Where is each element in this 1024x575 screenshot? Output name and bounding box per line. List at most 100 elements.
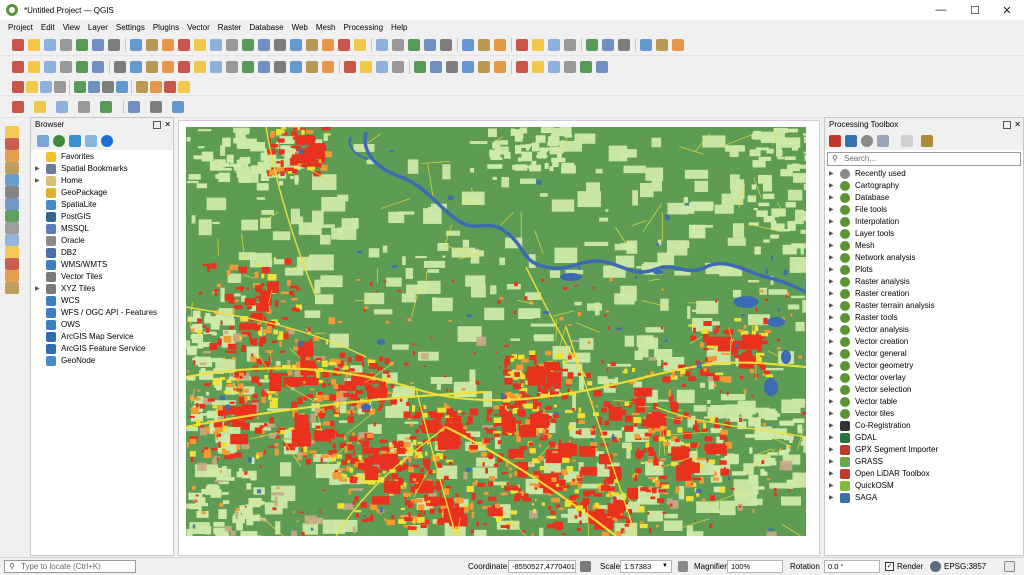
print-layout-icon[interactable] [344,61,356,73]
plugin-icon[interactable] [532,39,544,51]
collapse-all-icon[interactable] [85,135,97,147]
pan-icon[interactable] [28,39,40,51]
refresh-icon[interactable] [88,81,100,93]
open-project-icon[interactable] [306,61,318,73]
filter-icon[interactable] [69,135,81,147]
settings-icon[interactable] [564,61,576,73]
annotation-icon[interactable] [150,81,162,93]
history-icon[interactable] [861,135,873,147]
models-icon[interactable] [829,135,841,147]
options-icon[interactable] [921,135,933,147]
chevron-right-icon[interactable]: ▶ [829,324,835,336]
layer-icon[interactable] [516,39,528,51]
browser-item-db2[interactable]: DB2 [31,247,173,259]
python-icon[interactable] [548,39,560,51]
lock-scale-icon[interactable] [678,561,688,572]
chevron-right-icon[interactable]: ▶ [829,336,835,348]
identify-icon[interactable] [150,101,162,113]
chevron-right-icon[interactable]: ▶ [829,384,835,396]
plugin-icon[interactable] [178,81,190,93]
toolbox-item-gpx-segment-importer[interactable]: ▶ GPX Segment Importer [825,444,1023,456]
python-icon[interactable] [548,61,560,73]
sum-icon[interactable] [478,39,490,51]
pan-icon[interactable] [360,61,372,73]
browser-item-spatialite[interactable]: SpatiaLite [31,199,173,211]
zoom-out-icon[interactable] [60,39,72,51]
print-layout-icon[interactable] [338,39,350,51]
digitize-icon[interactable] [602,39,614,51]
mouse-coordinate-toggle-icon[interactable] [580,561,591,572]
print-layout-icon[interactable] [12,39,24,51]
sum-icon[interactable] [146,61,158,73]
zoom-out-icon[interactable] [54,81,66,93]
toolbox-item-raster-tools[interactable]: ▶ Raster tools [825,312,1023,324]
render-checkbox[interactable]: ✓ [885,562,894,571]
browser-item-home[interactable]: ▶ Home [31,175,173,187]
plugin-icon[interactable] [532,61,544,73]
toolbox-item-vector-selection[interactable]: ▶ Vector selection [825,384,1023,396]
menu-processing[interactable]: Processing [339,23,387,32]
annotation-icon[interactable] [162,61,174,73]
add-delimited-text-icon[interactable] [5,162,19,174]
zoom-full-icon[interactable] [74,81,86,93]
menu-plugins[interactable]: Plugins [149,23,183,32]
identify-icon[interactable] [102,81,114,93]
annotation-icon[interactable] [494,39,506,51]
menu-view[interactable]: View [59,23,84,32]
label-icon[interactable] [274,61,286,73]
browser-item-geopackage[interactable]: GeoPackage [31,187,173,199]
browser-item-mssql[interactable]: MSSQL [31,223,173,235]
refresh-icon[interactable] [430,61,442,73]
select-icon[interactable] [586,39,598,51]
toolbox-item-plots[interactable]: ▶ Plots [825,264,1023,276]
locator-search-input[interactable]: ⚲ Type to locate (Ctrl+K) [4,560,136,573]
layer-icon[interactable] [178,39,190,51]
chevron-right-icon[interactable]: ▶ [829,168,835,180]
add-mesh-layer-icon[interactable] [5,150,19,162]
info-icon[interactable] [101,135,113,147]
browser-item-wms-wmts[interactable]: WMS/WMTS [31,259,173,271]
chevron-right-icon[interactable]: ▶ [35,283,41,295]
toolbox-item-interpolation[interactable]: ▶ Interpolation [825,216,1023,228]
toolbox-item-vector-overlay[interactable]: ▶ Vector overlay [825,372,1023,384]
menu-database[interactable]: Database [245,23,287,32]
toolbox-item-vector-general[interactable]: ▶ Vector general [825,348,1023,360]
edit-features-in-place-icon[interactable] [901,135,913,147]
toolbox-item-saga[interactable]: ▶ SAGA [825,492,1023,504]
toolbox-item-recently-used[interactable]: ▶ Recently used [825,168,1023,180]
menu-vector[interactable]: Vector [183,23,214,32]
add-wfs-icon[interactable] [5,222,19,234]
crs-globe-icon[interactable] [930,561,941,572]
chevron-right-icon[interactable]: ▶ [35,175,41,187]
toolbox-item-network-analysis[interactable]: ▶ Network analysis [825,252,1023,264]
zoom-in-icon[interactable] [44,61,56,73]
add-postgis-icon[interactable] [5,198,19,210]
refresh-icon[interactable] [128,101,140,113]
chevron-right-icon[interactable]: ▶ [829,192,835,204]
crs-label[interactable]: EPSG:3857 [944,561,986,572]
rotation-field[interactable]: 0.0 ° [824,560,880,573]
zoom-out-icon[interactable] [392,39,404,51]
chevron-right-icon[interactable]: ▶ [829,432,835,444]
new-shapefile-icon[interactable] [5,258,19,270]
menu-settings[interactable]: Settings [112,23,149,32]
menu-raster[interactable]: Raster [214,23,246,32]
menu-help[interactable]: Help [387,23,411,32]
measure-icon[interactable] [462,39,474,51]
chevron-right-icon[interactable]: ▶ [829,276,835,288]
python-icon[interactable] [210,61,222,73]
browser-item-spatial-bookmarks[interactable]: ▶ Spatial Bookmarks [31,163,173,175]
measure-icon[interactable] [130,61,142,73]
chevron-right-icon[interactable]: ▶ [829,420,835,432]
select-icon[interactable] [580,61,592,73]
toolbox-item-gdal[interactable]: ▶ GDAL [825,432,1023,444]
chevron-right-icon[interactable]: ▶ [829,396,835,408]
vector-tile-icon[interactable] [5,282,19,294]
add-wms-icon[interactable] [5,210,19,222]
menu-edit[interactable]: Edit [37,23,59,32]
chevron-right-icon[interactable]: ▶ [35,163,41,175]
results-viewer-icon[interactable] [877,135,889,147]
coordinate-field[interactable]: -8550527,4770401 [508,560,576,573]
chevron-right-icon[interactable]: ▶ [829,360,835,372]
chevron-right-icon[interactable]: ▶ [829,456,835,468]
